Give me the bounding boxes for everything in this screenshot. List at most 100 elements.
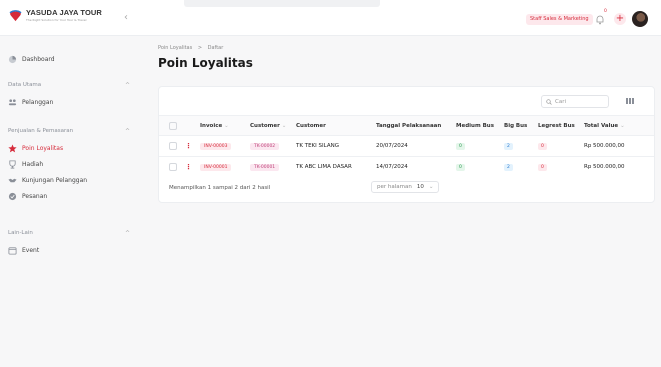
sidebar-item-label: Hadiah — [22, 160, 44, 168]
column-legrest-bus[interactable]: Legrest Bus — [534, 115, 580, 136]
bell-icon[interactable] — [595, 14, 605, 25]
brand-title: YASUDA JAYA TOUR — [26, 8, 102, 18]
column-medium-bus[interactable]: Medium Bus — [452, 115, 500, 136]
table-row[interactable]: ⋮ INV-00003 TK-00002 TK TEKI SILANG 20/0… — [159, 135, 654, 157]
sidebar: Dashboard Data Utama ^ Pelanggan Penjual… — [0, 36, 145, 367]
row-select-cell — [159, 156, 181, 178]
sidebar-item-label: Kunjungan Pelanggan — [22, 176, 88, 184]
sidebar-item-hadiah[interactable]: Hadiah — [8, 158, 43, 170]
date-cell: 14/07/2024 — [372, 156, 452, 178]
chevron-up-icon: ^ — [124, 229, 130, 237]
column-customer[interactable]: Customer — [292, 115, 372, 136]
invoice-chip[interactable]: INV-00001 — [200, 163, 232, 171]
calendar-icon — [8, 246, 17, 255]
sidebar-item-label: Pesanan — [22, 192, 48, 200]
table-row[interactable]: ⋮ INV-00001 TK-00001 TK ABC LIMA DASAR 1… — [159, 156, 654, 178]
brand-tagline: The Right Solution for Your Tour & Trave… — [26, 17, 87, 22]
actions-header — [181, 115, 196, 136]
dashboard-icon — [8, 55, 17, 63]
legrest-bus-count: 0 — [538, 163, 547, 171]
sidebar-item-kunjungan[interactable]: Kunjungan Pelanggan — [8, 174, 87, 186]
big-bus-cell: 2 — [500, 156, 534, 178]
sidebar-group-label: Data Utama — [8, 82, 42, 88]
sidebar-item-poin-loyalitas[interactable]: Poin Loyalitas — [8, 142, 63, 154]
sidebar-item-label: Poin Loyalitas — [22, 144, 64, 152]
medium-bus-count: 0 — [456, 142, 465, 150]
big-bus-count: 2 — [504, 163, 513, 171]
row-checkbox[interactable] — [169, 142, 177, 150]
main-content: Poin Loyalitas > Daftar Poin Loyalitas C… — [145, 36, 661, 367]
date-cell: 20/07/2024 — [372, 135, 452, 157]
loyalty-table: Invoice ⌄ Customer ⌄ Customer Tanggal Pe… — [159, 115, 654, 178]
sidebar-item-label: Event — [22, 246, 40, 254]
chevron-up-icon: ^ — [124, 81, 130, 89]
users-icon — [8, 98, 17, 105]
column-customer-code[interactable]: Customer ⌄ — [246, 115, 292, 136]
top-bar: YASUDA JAYA TOUR The Right Solution for … — [0, 0, 661, 36]
sidebar-group-label: Penjualan & Pemasaran — [8, 128, 74, 134]
top-search-bar[interactable] — [184, 0, 380, 7]
search-input[interactable]: Cari — [541, 95, 609, 108]
loyalty-table-card: Cari Invoice ⌄ Customer ⌄ Customer Tangg… — [158, 86, 655, 203]
brand-logo[interactable]: YASUDA JAYA TOUR The Right Solution for … — [8, 8, 102, 23]
sidebar-group-lain-lain[interactable]: Lain-Lain ^ — [8, 228, 130, 238]
row-actions-cell: ⋮ — [181, 156, 196, 178]
kebab-menu-icon[interactable]: ⋮ — [185, 163, 192, 171]
user-avatar[interactable] — [632, 11, 648, 27]
pagination-info: Menampilkan 1 sampai 2 dari 2 hasil — [169, 185, 271, 191]
add-button[interactable]: + — [614, 13, 626, 25]
sort-icon: ⌄ — [620, 122, 625, 129]
page-title: Poin Loyalitas — [158, 56, 253, 70]
breadcrumb-separator: > — [197, 45, 203, 51]
star-icon — [8, 143, 17, 152]
sort-icon: ⌄ — [224, 122, 229, 129]
row-select-cell — [159, 135, 181, 157]
column-label: Legrest Bus — [538, 122, 575, 129]
row-actions-cell: ⋮ — [181, 135, 196, 157]
total-value-cell: Rp 500.000,00 — [580, 135, 654, 157]
sidebar-group-data-utama[interactable]: Data Utama ^ — [8, 80, 130, 90]
chevron-down-icon: ⌄ — [428, 184, 434, 190]
breadcrumb-current: Daftar — [207, 45, 224, 51]
per-page-select[interactable]: per halaman 10 ⌄ — [371, 181, 440, 193]
kebab-menu-icon[interactable]: ⋮ — [185, 142, 192, 150]
sidebar-item-pelanggan[interactable]: Pelanggan — [8, 96, 53, 108]
sidebar-item-event[interactable]: Event — [8, 244, 39, 256]
column-invoice[interactable]: Invoice ⌄ — [196, 115, 246, 136]
columns-toggle-icon[interactable] — [625, 96, 635, 106]
sidebar-group-penjualan[interactable]: Penjualan & Pemasaran ^ — [8, 126, 130, 136]
handshake-icon — [8, 178, 17, 182]
invoice-chip[interactable]: INV-00003 — [200, 142, 232, 150]
column-label: Customer — [250, 122, 280, 129]
customer-code-chip[interactable]: TK-00002 — [250, 142, 280, 150]
select-all-cell — [159, 115, 181, 136]
customer-code-cell: TK-00001 — [246, 156, 292, 178]
column-total-value[interactable]: Total Value ⌄ — [580, 115, 654, 136]
medium-bus-cell: 0 — [452, 135, 500, 157]
invoice-cell: INV-00001 — [196, 156, 246, 178]
total-value-cell: Rp 500.000,00 — [580, 156, 654, 178]
customer-code-chip[interactable]: TK-00001 — [250, 163, 280, 171]
column-label: Tanggal Pelaksanaan — [376, 122, 442, 129]
big-bus-count: 2 — [504, 142, 513, 150]
breadcrumb: Poin Loyalitas > Daftar — [158, 45, 223, 51]
column-label: Invoice — [200, 122, 223, 129]
sort-icon: ⌄ — [281, 122, 287, 129]
column-date[interactable]: Tanggal Pelaksanaan — [372, 115, 452, 136]
sidebar-item-dashboard[interactable]: Dashboard — [8, 53, 55, 65]
select-all-checkbox[interactable] — [169, 121, 177, 130]
breadcrumb-parent[interactable]: Poin Loyalitas — [158, 45, 192, 51]
column-label: Big Bus — [504, 122, 528, 129]
medium-bus-cell: 0 — [452, 156, 500, 178]
logo-mark-icon — [9, 10, 22, 22]
customer-name: TK TEKI SILANG — [292, 135, 372, 157]
per-page-label: per halaman — [377, 184, 412, 190]
row-checkbox[interactable] — [169, 163, 177, 172]
medium-bus-count: 0 — [456, 163, 465, 171]
sidebar-collapse-icon[interactable]: ‹ — [121, 12, 131, 24]
column-big-bus[interactable]: Big Bus — [500, 115, 534, 136]
column-label: Total Value — [584, 122, 619, 129]
sidebar-item-pesanan[interactable]: Pesanan — [8, 190, 47, 202]
role-badge[interactable]: Staff Sales & Marketing — [526, 14, 593, 25]
customer-code-cell: TK-00002 — [246, 135, 292, 157]
